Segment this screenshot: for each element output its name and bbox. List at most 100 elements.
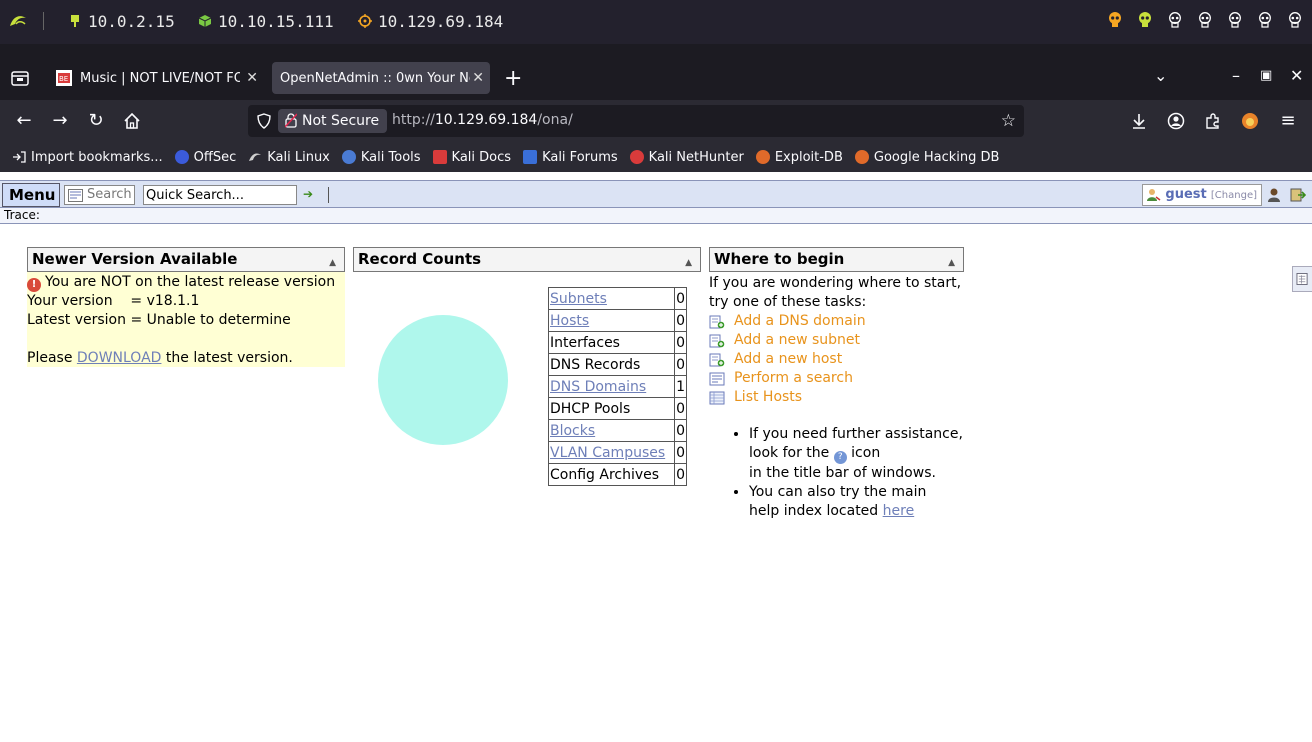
table-row: DNS Domains 1: [548, 375, 687, 398]
go-arrow-icon[interactable]: ➔: [303, 187, 313, 201]
task-label[interactable]: Add a new subnet: [734, 331, 860, 350]
count-label[interactable]: VLAN Campuses: [548, 441, 675, 464]
not-secure-badge[interactable]: Not Secure: [278, 109, 388, 133]
task-label[interactable]: List Hosts: [734, 388, 802, 407]
reload-icon[interactable]: ↻: [85, 110, 107, 132]
tracking-shield-icon[interactable]: [256, 113, 272, 129]
ip-text: 10.10.15.111: [218, 11, 334, 31]
home-icon[interactable]: [121, 110, 143, 132]
bookmark-label: Kali Linux: [267, 149, 330, 165]
url-path: /ona/: [537, 112, 573, 128]
count-label[interactable]: Hosts: [548, 309, 675, 332]
download-link[interactable]: DOWNLOAD: [77, 350, 162, 366]
skull-icon[interactable]: [1138, 12, 1152, 28]
task-label[interactable]: Add a DNS domain: [734, 312, 866, 331]
help-item: You can also try the main help index loc…: [749, 483, 979, 521]
bookmark-kali-docs[interactable]: Kali Docs: [432, 150, 511, 165]
kali-top-panel: 10.0.2.15 10.10.15.111 10.129.69.184: [0, 0, 1312, 44]
list-all-tabs-icon[interactable]: ⌄: [1154, 66, 1167, 85]
change-user-link[interactable]: [Change]: [1211, 190, 1257, 201]
bookmark-import[interactable]: Import bookmarks...: [12, 150, 163, 165]
count-value: 0: [674, 353, 687, 376]
where-to-begin-window: Where to begin ▲ If you are wondering wh…: [709, 247, 964, 521]
username[interactable]: guest: [1165, 187, 1206, 202]
add-page-icon: [709, 353, 734, 367]
foxyproxy-icon[interactable]: [1239, 110, 1261, 132]
browser-tab-bar: BE Music | NOT LIVE/NOT FOR ✕ OpenNetAdm…: [0, 56, 1312, 100]
help-text: You can also try the main: [749, 484, 927, 500]
count-label[interactable]: DNS Domains: [548, 375, 675, 398]
search-label: Search: [87, 187, 132, 202]
table-row: Config Archives 0: [548, 463, 687, 486]
kali-dragon-icon[interactable]: [8, 12, 28, 30]
task-label[interactable]: Perform a search: [734, 369, 853, 388]
close-tab-icon[interactable]: ✕: [472, 70, 484, 86]
vpn-box-icon: [198, 15, 212, 27]
new-tab-button[interactable]: +: [504, 66, 522, 91]
bookmark-kali-linux[interactable]: Kali Linux: [248, 150, 330, 165]
bookmark-exploit-db[interactable]: Exploit-DB: [755, 149, 843, 165]
back-arrow-icon[interactable]: ←: [13, 110, 35, 132]
close-tab-icon[interactable]: ✕: [246, 70, 258, 86]
admin-user-icon[interactable]: [1266, 187, 1282, 203]
count-value: 0: [674, 463, 687, 486]
firefox-view-icon[interactable]: [10, 68, 30, 88]
window-title: Record Counts: [358, 250, 482, 268]
side-calculator-icon[interactable]: [1292, 266, 1312, 292]
task-item[interactable]: Add a DNS domain: [709, 312, 979, 331]
maximize-icon[interactable]: ▣: [1260, 68, 1272, 83]
close-window-icon[interactable]: ✕: [1290, 66, 1303, 85]
ip-item-vpn: 10.10.15.111: [198, 10, 334, 32]
bookmark-star-icon[interactable]: ☆: [1001, 111, 1016, 131]
skull-icon[interactable]: [1198, 12, 1212, 28]
task-item[interactable]: List Hosts: [709, 388, 979, 407]
skull-icon[interactable]: [1258, 12, 1272, 28]
skull-icon[interactable]: [1108, 12, 1122, 28]
window-title-bar[interactable]: Where to begin ▲: [709, 247, 964, 272]
collapse-triangle-icon[interactable]: ▲: [685, 252, 692, 275]
tab-music[interactable]: BE Music | NOT LIVE/NOT FOR ✕: [48, 62, 264, 94]
downloads-icon[interactable]: [1128, 110, 1150, 132]
collapse-triangle-icon[interactable]: ▲: [329, 252, 336, 275]
user-icon: [1147, 189, 1161, 201]
skull-icon[interactable]: [1288, 12, 1302, 28]
logout-icon[interactable]: [1290, 187, 1306, 203]
count-label[interactable]: Subnets: [548, 287, 675, 310]
intro-text: try one of these tasks:: [709, 294, 867, 310]
url-text[interactable]: http://10.129.69.184/ona/: [392, 112, 573, 128]
forward-arrow-icon[interactable]: →: [49, 110, 71, 132]
quick-search-input[interactable]: [143, 185, 297, 205]
bookmark-kali-nethunter[interactable]: Kali NetHunter: [629, 150, 744, 165]
help-text: If you need further assistance,: [749, 426, 963, 442]
count-label[interactable]: Blocks: [548, 419, 675, 442]
panel-gap: [0, 44, 1312, 56]
extensions-icon[interactable]: [1202, 110, 1224, 132]
help-index-link[interactable]: here: [883, 503, 915, 519]
task-item[interactable]: Perform a search: [709, 369, 979, 388]
bookmark-offsec[interactable]: OffSec: [174, 150, 236, 165]
account-icon[interactable]: [1165, 110, 1187, 132]
count-value: 1: [674, 375, 687, 398]
window-title-bar[interactable]: Newer Version Available ▲: [27, 247, 345, 272]
url-bar[interactable]: Not Secure http://10.129.69.184/ona/ ☆: [248, 105, 1024, 137]
skull-icon[interactable]: [1168, 12, 1182, 28]
hamburger-menu-icon[interactable]: ≡: [1277, 110, 1299, 132]
collapse-triangle-icon[interactable]: ▲: [948, 252, 955, 275]
task-item[interactable]: Add a new subnet: [709, 331, 979, 350]
bookmark-kali-forums[interactable]: Kali Forums: [523, 150, 618, 165]
tab-opennetadmin[interactable]: OpenNetAdmin :: 0wn Your Ne ✕: [272, 62, 490, 94]
ip-text: 10.0.2.15: [88, 11, 175, 31]
kali-icon: [249, 153, 262, 161]
count-value: 0: [674, 419, 687, 442]
menu-button[interactable]: Menu: [2, 183, 60, 207]
window-title-bar[interactable]: Record Counts ▲: [353, 247, 701, 272]
skull-icon[interactable]: [1228, 12, 1242, 28]
count-value: 0: [674, 309, 687, 332]
bookmark-kali-tools[interactable]: Kali Tools: [341, 150, 421, 165]
task-label[interactable]: Add a new host: [734, 350, 842, 369]
minimize-icon[interactable]: –: [1232, 66, 1240, 85]
search-button[interactable]: Search: [64, 185, 135, 205]
bookmark-ghdb[interactable]: Google Hacking DB: [854, 150, 999, 165]
bookmark-label: Exploit-DB: [774, 149, 843, 165]
task-item[interactable]: Add a new host: [709, 350, 979, 369]
